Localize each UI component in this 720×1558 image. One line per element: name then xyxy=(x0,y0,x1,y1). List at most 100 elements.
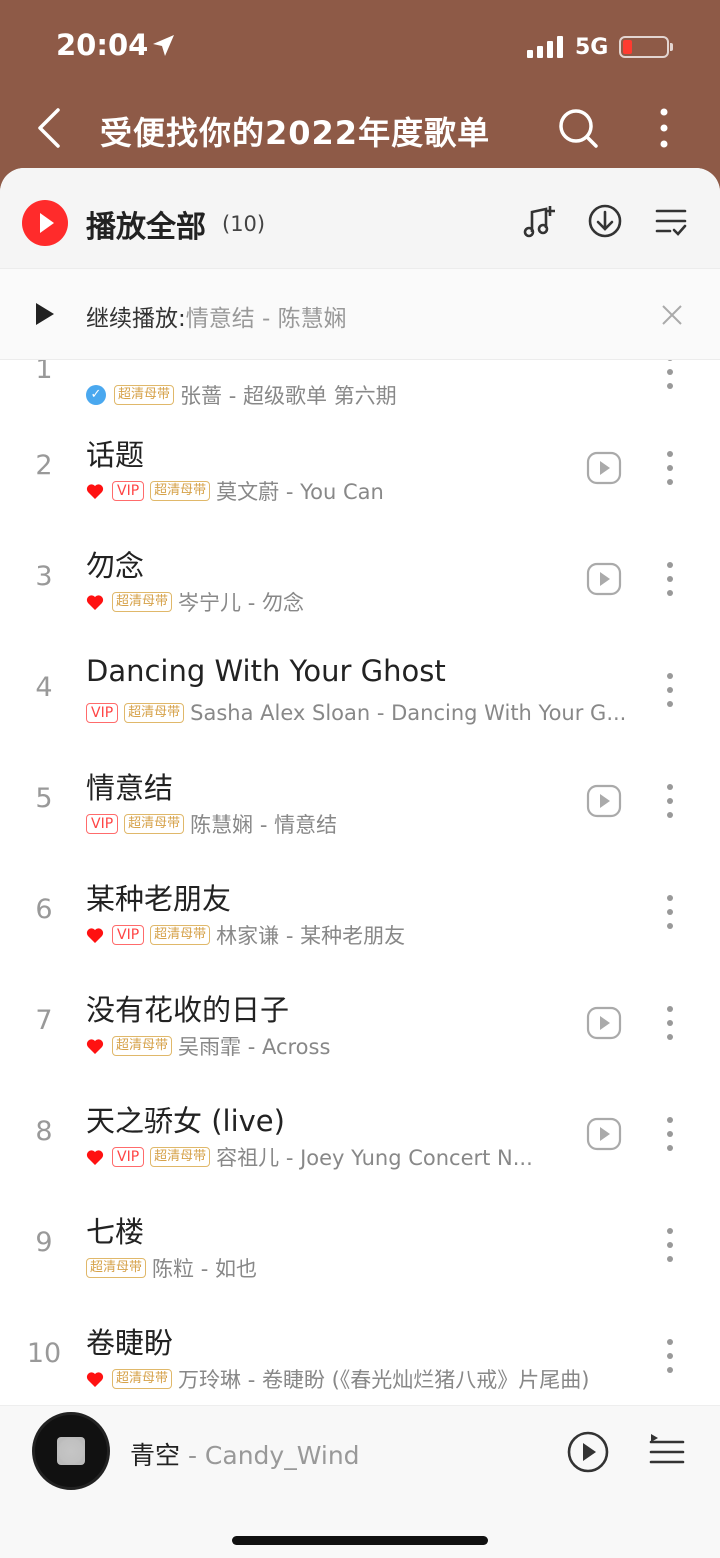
mv-play-icon[interactable] xyxy=(586,450,622,486)
song-row[interactable]: 5 情意结 VIP 超清母带 陈慧娴 - 情意结 xyxy=(0,745,720,856)
hires-badge: 超清母带 xyxy=(150,925,211,945)
song-meta: VIP 超清母带 陈慧娴 - 情意结 xyxy=(86,811,337,837)
song-title: 话题 xyxy=(86,438,145,472)
heart-icon xyxy=(86,483,104,499)
hires-badge: 超清母带 xyxy=(124,814,185,834)
more-vertical-icon[interactable] xyxy=(662,1005,678,1041)
song-row[interactable]: 6 某种老朋友 VIP 超清母带 林家谦 - 某种老朋友 xyxy=(0,856,720,967)
hires-badge: 超清母带 xyxy=(112,1369,173,1389)
song-list: 1 ✓ 超清母带 张蔷 - 超级歌单 第六期 2 话题 VIP 超清母带 莫文蔚… xyxy=(0,360,720,1405)
add-music-icon[interactable] xyxy=(520,202,558,240)
play-icon[interactable] xyxy=(36,303,54,325)
vip-badge: VIP xyxy=(86,814,119,834)
hires-badge: 超清母带 xyxy=(150,1147,211,1167)
song-row[interactable]: 7 没有花收的日子 超清母带 吴雨霏 - Across xyxy=(0,967,720,1078)
more-vertical-icon[interactable] xyxy=(662,1338,678,1374)
playlist-sheet: 播放全部 (10) 继续播放:情意结 - 陈慧娴 1 ✓ 超清母带 张蔷 - 超… xyxy=(0,168,720,1558)
more-vertical-icon[interactable] xyxy=(652,106,676,150)
more-vertical-icon[interactable] xyxy=(662,894,678,930)
search-icon[interactable] xyxy=(556,106,600,150)
heart-icon xyxy=(86,594,104,610)
hires-badge: 超清母带 xyxy=(150,481,211,501)
location-arrow-icon xyxy=(153,35,174,56)
resume-bar[interactable]: 继续播放:情意结 - 陈慧娴 xyxy=(0,268,720,360)
song-row[interactable]: 4 Dancing With Your Ghost VIP 超清母带 Sasha… xyxy=(0,634,720,745)
hires-badge: 超清母带 xyxy=(112,1036,173,1056)
close-icon[interactable] xyxy=(660,303,684,327)
more-vertical-icon[interactable] xyxy=(662,450,678,486)
play-all-button[interactable] xyxy=(22,200,68,246)
vip-badge: VIP xyxy=(112,481,145,501)
download-icon[interactable] xyxy=(586,202,624,240)
song-row[interactable]: 10 卷睫盼 超清母带 万玲琳 - 卷睫盼 (《春光灿烂猪八戒》片尾曲) xyxy=(0,1300,720,1405)
more-vertical-icon[interactable] xyxy=(662,1227,678,1263)
play-all-label[interactable]: 播放全部 xyxy=(86,202,206,246)
track-number: 9 xyxy=(35,1227,53,1258)
vip-badge: VIP xyxy=(86,703,119,723)
track-number: 10 xyxy=(26,1338,62,1369)
more-vertical-icon[interactable] xyxy=(662,783,678,819)
mv-play-icon[interactable] xyxy=(586,783,622,819)
song-meta: 超清母带 岑宁儿 - 勿念 xyxy=(86,589,304,615)
song-title: 某种老朋友 xyxy=(86,882,232,916)
mv-play-icon[interactable] xyxy=(586,1005,622,1041)
heart-icon xyxy=(86,1149,104,1165)
track-number: 7 xyxy=(35,1005,53,1036)
song-meta: VIP 超清母带 Sasha Alex Sloan - Dancing With… xyxy=(86,700,626,726)
mv-play-icon[interactable] xyxy=(586,1116,622,1152)
status-bar: 20:04 5G xyxy=(0,0,720,96)
song-meta: 超清母带 吴雨霏 - Across xyxy=(86,1033,330,1059)
track-number: 3 xyxy=(35,561,53,592)
vip-badge: VIP xyxy=(112,925,145,945)
song-meta: 超清母带 万玲琳 - 卷睫盼 (《春光灿烂猪八戒》片尾曲) xyxy=(86,1366,590,1392)
hires-badge: 超清母带 xyxy=(86,1258,147,1278)
now-playing-artist: - Candy_Wind xyxy=(187,1441,360,1470)
back-arrow-icon[interactable] xyxy=(30,106,70,150)
track-number: 5 xyxy=(35,783,53,814)
heart-icon xyxy=(86,927,104,943)
song-row[interactable]: 3 勿念 超清母带 岑宁儿 - 勿念 xyxy=(0,523,720,634)
cellular-signal-icon xyxy=(527,36,563,58)
song-title: 天之骄女 (live) xyxy=(86,1104,285,1138)
more-vertical-icon[interactable] xyxy=(662,672,678,708)
song-title: 情意结 xyxy=(86,771,174,805)
heart-icon xyxy=(86,1371,104,1387)
play-all-bar: 播放全部 (10) xyxy=(0,168,720,268)
song-meta: 超清母带 陈粒 - 如也 xyxy=(86,1255,257,1281)
track-number: 2 xyxy=(35,450,53,481)
song-meta: VIP 超清母带 容祖儿 - Joey Yung Concert N... xyxy=(86,1144,533,1170)
hires-badge: 超清母带 xyxy=(114,385,175,405)
playlist-queue-icon[interactable] xyxy=(648,1432,686,1470)
song-title: 七楼 xyxy=(86,1215,145,1249)
now-playing-text: 青空 - Candy_Wind xyxy=(130,1436,360,1472)
song-row[interactable]: 8 天之骄女 (live) VIP 超清母带 容祖儿 - Joey Yung C… xyxy=(0,1078,720,1189)
heart-icon xyxy=(86,1038,104,1054)
more-vertical-icon[interactable] xyxy=(662,1116,678,1152)
track-number: 8 xyxy=(35,1116,53,1147)
track-number: 4 xyxy=(35,672,53,703)
downloaded-check-icon: ✓ xyxy=(86,385,106,405)
play-pause-icon[interactable] xyxy=(566,1430,610,1474)
song-title: 卷睫盼 xyxy=(86,1326,174,1360)
song-title: Dancing With Your Ghost xyxy=(86,654,446,688)
home-indicator xyxy=(232,1536,488,1545)
resume-text: 继续播放:情意结 - 陈慧娴 xyxy=(86,306,347,332)
now-playing-title: 青空 xyxy=(130,1441,181,1470)
song-title: 没有花收的日子 xyxy=(86,993,290,1027)
song-row[interactable]: 9 七楼 超清母带 陈粒 - 如也 xyxy=(0,1189,720,1300)
track-number: 6 xyxy=(35,894,53,925)
more-vertical-icon[interactable] xyxy=(662,561,678,597)
track-number: 1 xyxy=(35,360,53,385)
mini-player[interactable]: 青空 - Candy_Wind xyxy=(0,1405,720,1558)
playlist-title: 受便找你的2022年度歌单 xyxy=(100,114,491,152)
song-row[interactable]: 2 话题 VIP 超清母带 莫文蔚 - You Can xyxy=(0,412,720,523)
album-art-disc[interactable] xyxy=(32,1412,110,1490)
more-vertical-icon[interactable] xyxy=(662,360,678,390)
song-count: (10) xyxy=(222,212,266,236)
song-meta: VIP 超清母带 莫文蔚 - You Can xyxy=(86,478,384,504)
mv-play-icon[interactable] xyxy=(586,561,622,597)
battery-icon xyxy=(619,36,673,58)
hires-badge: 超清母带 xyxy=(124,703,185,723)
multi-select-icon[interactable] xyxy=(652,202,690,240)
song-meta: ✓ 超清母带 张蔷 - 超级歌单 第六期 xyxy=(86,382,397,408)
